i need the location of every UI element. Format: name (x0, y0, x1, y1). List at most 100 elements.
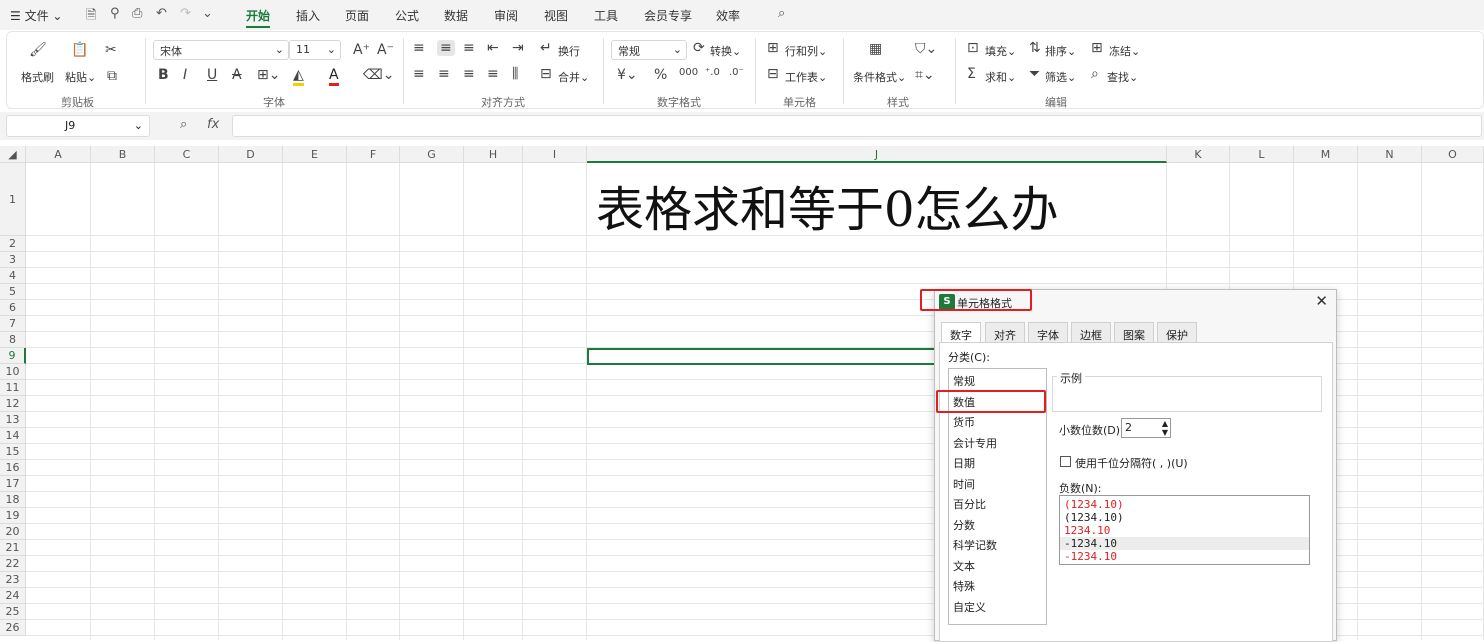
file-menu[interactable]: ☰ 文件 ⌄ (10, 7, 62, 24)
zoom-icon[interactable]: ⌕ (180, 117, 187, 132)
sort-button[interactable]: 排序⌄ (1045, 43, 1076, 59)
column-header-K[interactable]: K (1167, 146, 1230, 163)
row-header-3[interactable]: 3 (0, 252, 26, 268)
find-button[interactable]: 查找⌄ (1107, 69, 1138, 85)
close-icon[interactable]: ✕ (1315, 292, 1328, 310)
column-header-N[interactable]: N (1358, 146, 1422, 163)
align-left-icon[interactable]: ≡ (413, 66, 425, 82)
search-icon[interactable]: ⌕ (778, 6, 785, 21)
redo-icon[interactable]: ↷ (180, 6, 191, 21)
row-header-15[interactable]: 15 (0, 444, 26, 460)
row-header-1[interactable]: 1 (0, 163, 26, 236)
row-header-23[interactable]: 23 (0, 572, 26, 588)
number-format-select[interactable]: 常规 ⌄ (611, 40, 687, 60)
row-header-14[interactable]: 14 (0, 428, 26, 444)
save-icon[interactable]: 🗎 (86, 6, 96, 28)
row-header-26[interactable]: 26 (0, 620, 26, 636)
row-header-12[interactable]: 12 (0, 396, 26, 412)
row-header-20[interactable]: 20 (0, 524, 26, 540)
category-accounting[interactable]: 会计专用 (953, 435, 997, 451)
tab-insert[interactable]: 插入 (296, 7, 320, 24)
convert-button[interactable]: 转换⌄ (710, 43, 741, 59)
cell-title[interactable]: 表格求和等于0怎么办 (596, 170, 1059, 240)
row-header-25[interactable]: 25 (0, 604, 26, 620)
column-header-H[interactable]: H (464, 146, 523, 163)
negative-option[interactable]: (1234.10) (1064, 511, 1124, 524)
tab-border[interactable]: 边框 (1071, 322, 1111, 343)
row-header-22[interactable]: 22 (0, 556, 26, 572)
crop-icon[interactable]: ⌗⌄ (915, 67, 935, 83)
tab-font[interactable]: 字体 (1028, 322, 1068, 343)
column-header-I[interactable]: I (523, 146, 587, 163)
row-header-2[interactable]: 2 (0, 236, 26, 252)
currency-icon[interactable]: ¥⌄ (617, 67, 638, 83)
category-special[interactable]: 特殊 (953, 578, 975, 594)
align-middle-icon[interactable]: ≡ (437, 40, 455, 56)
category-fraction[interactable]: 分数 (953, 517, 975, 533)
filter-button[interactable]: 筛选⌄ (1045, 69, 1076, 85)
paste-button[interactable]: 粘贴⌄ (65, 69, 96, 85)
function-icon[interactable]: fx (207, 117, 219, 132)
row-header-9[interactable]: 9 (0, 348, 26, 364)
tab-review[interactable]: 审阅 (494, 7, 518, 24)
tab-pattern[interactable]: 图案 (1114, 322, 1154, 343)
column-header-J[interactable]: J (587, 146, 1167, 163)
tab-formula[interactable]: 公式 (395, 7, 419, 24)
worksheet-button[interactable]: 工作表⌄ (785, 69, 827, 85)
negative-number-list[interactable]: (1234.10) (1234.10) 1234.10 -1234.10 -12… (1059, 495, 1310, 565)
conditional-format-button[interactable]: 条件格式⌄ (853, 69, 906, 85)
category-custom[interactable]: 自定义 (953, 599, 986, 615)
align-right-icon[interactable]: ≡ (463, 66, 475, 82)
column-header-F[interactable]: F (347, 146, 400, 163)
column-header-G[interactable]: G (400, 146, 464, 163)
category-currency[interactable]: 货币 (953, 414, 975, 430)
column-header-C[interactable]: C (155, 146, 219, 163)
align-top-icon[interactable]: ≡ (413, 40, 425, 56)
column-header-A[interactable]: A (26, 146, 91, 163)
row-header-11[interactable]: 11 (0, 380, 26, 396)
row-header-17[interactable]: 17 (0, 476, 26, 492)
tab-home[interactable]: 开始 (246, 7, 271, 28)
category-general[interactable]: 常规 (953, 373, 975, 389)
sum-button[interactable]: 求和⌄ (985, 69, 1016, 85)
decimal-places-stepper[interactable]: 2 ▲ ▼ (1121, 418, 1171, 438)
preview-icon[interactable]: ⎙ (132, 6, 142, 21)
freeze-button[interactable]: 冻结⌄ (1109, 43, 1140, 59)
name-box[interactable]: J9 ⌄ (6, 115, 150, 137)
negative-option[interactable]: -1234.10 (1064, 550, 1117, 563)
column-header-B[interactable]: B (91, 146, 155, 163)
indent-increase-icon[interactable]: ⇥ (512, 40, 524, 56)
fill-button[interactable]: 填充⌄ (985, 43, 1016, 59)
stepper-arrows-icon[interactable]: ▲ ▼ (1162, 419, 1168, 437)
column-header-O[interactable]: O (1422, 146, 1484, 163)
merge-button[interactable]: 合并⌄ (558, 69, 589, 85)
row-header-19[interactable]: 19 (0, 508, 26, 524)
undo-icon[interactable]: ↶ (156, 6, 167, 21)
row-header-24[interactable]: 24 (0, 588, 26, 604)
category-scientific[interactable]: 科学记数 (953, 537, 997, 553)
row-header-7[interactable]: 7 (0, 316, 26, 332)
fill-color-icon[interactable]: ◭ (293, 67, 304, 86)
category-time[interactable]: 时间 (953, 476, 975, 492)
row-header-16[interactable]: 16 (0, 460, 26, 476)
tab-tools[interactable]: 工具 (594, 7, 618, 24)
negative-option[interactable]: 1234.10 (1064, 524, 1110, 537)
font-color-icon[interactable]: A (329, 67, 339, 86)
category-percentage[interactable]: 百分比 (953, 496, 986, 512)
align-bottom-icon[interactable]: ≡ (463, 40, 475, 56)
font-grow-icon[interactable]: A⁺ (353, 42, 370, 58)
row-header-4[interactable]: 4 (0, 268, 26, 284)
italic-icon[interactable]: I (183, 67, 187, 83)
negative-option[interactable]: -1234.10 (1064, 537, 1117, 550)
rowcol-button[interactable]: 行和列⌄ (785, 43, 827, 59)
distribute-icon[interactable]: ⫼ (512, 66, 518, 82)
row-header-6[interactable]: 6 (0, 300, 26, 316)
font-shrink-icon[interactable]: A⁻ (377, 42, 394, 58)
cut-icon[interactable]: ✂ (105, 42, 117, 58)
copy-icon[interactable]: ⧉ (107, 68, 117, 84)
bold-icon[interactable]: B (158, 67, 169, 83)
row-header-5[interactable]: 5 (0, 284, 26, 300)
border-icon[interactable]: ⊞⌄ (257, 67, 280, 83)
underline-icon[interactable]: U (207, 67, 217, 83)
tab-number[interactable]: 数字 (941, 322, 981, 343)
